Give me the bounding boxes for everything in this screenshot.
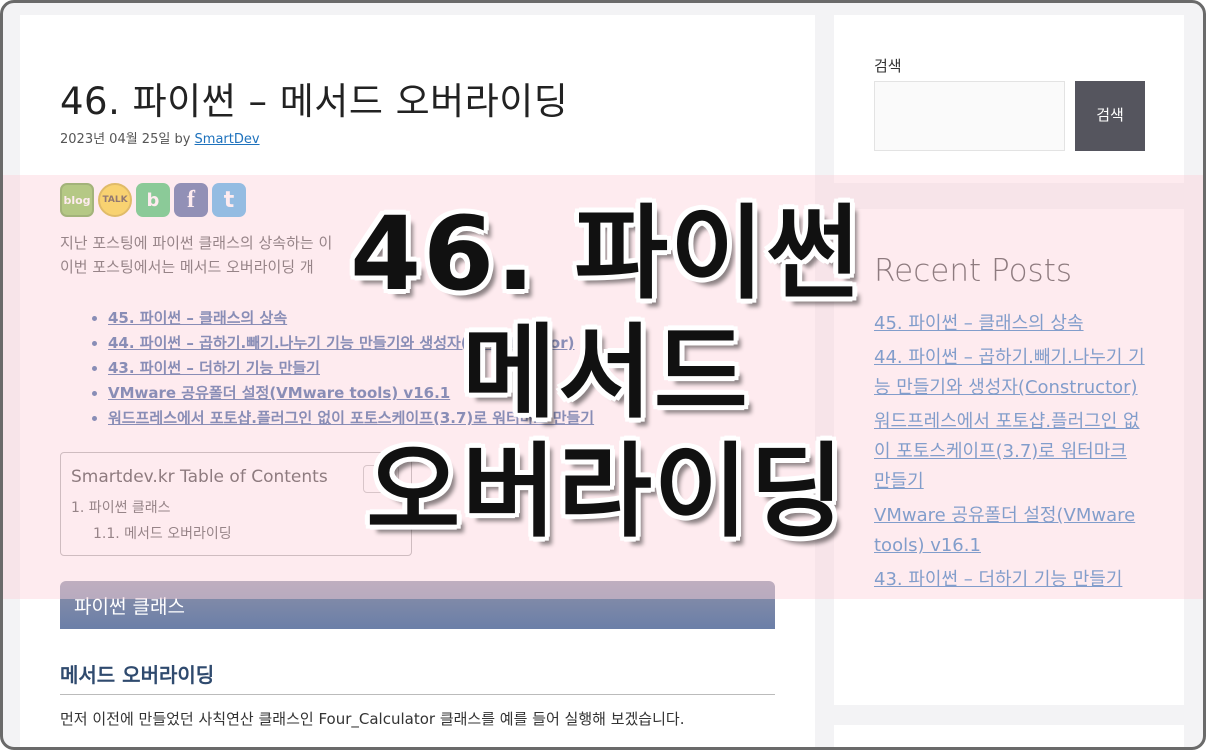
band-share-icon[interactable]: b <box>136 183 170 217</box>
post-date: 2023년 04월 25일 by <box>60 132 195 147</box>
author-link[interactable]: SmartDev <box>195 132 260 147</box>
kakaotalk-share-icon[interactable]: TALK <box>98 183 132 217</box>
facebook-share-icon[interactable]: f <box>174 183 208 217</box>
toc-title: Smartdev.kr Table of Contents <box>71 467 328 487</box>
subsection-heading: 메서드 오버라이딩 <box>60 663 215 687</box>
list-item: VMware 공유폴더 설정(VMware tools) v16.1 <box>108 381 594 406</box>
section-heading-bar: 파이썬 클래스 <box>60 581 775 629</box>
intro-paragraph: 지난 포스팅에 파이썬 클래스의 상속하는 이 이번 포스팅에서는 메서드 오버… <box>60 231 332 279</box>
main-content: 46. 파이썬 – 메서드 오버라이딩 2023년 04월 25일 by Sma… <box>20 15 815 747</box>
post-meta: 2023년 04월 25일 by SmartDev <box>60 128 260 147</box>
table-of-contents: Smartdev.kr Table of Contents 1. 파이썬 클래스… <box>60 452 412 556</box>
search-label: 검색 <box>874 57 902 75</box>
heading-divider <box>60 694 775 695</box>
search-row: 검색 <box>874 81 1145 151</box>
twitter-share-icon[interactable]: t <box>212 183 246 217</box>
recent-post-link[interactable]: 워드프레스에서 포토샵.플러그인 없이 포토스케이프(3.7)로 워터마크 만들… <box>874 407 1149 497</box>
share-buttons: blog TALK b f t <box>60 183 246 217</box>
recent-posts-list: 45. 파이썬 – 클래스의 상속 44. 파이썬 – 곱하기.빼기.나누기 기… <box>874 309 1149 599</box>
toc-toggle-button[interactable] <box>363 465 399 493</box>
list-item: 44. 파이썬 – 곱하기.빼기.나누기 기능 만들기와 생성자(Constru… <box>108 331 594 356</box>
post-title: 46. 파이썬 – 메서드 오버라이딩 <box>60 80 569 123</box>
browser-frame: 46. 파이썬 – 메서드 오버라이딩 2023년 04월 25일 by Sma… <box>0 0 1206 750</box>
search-button[interactable]: 검색 <box>1075 81 1145 151</box>
toc-item[interactable]: 1.1. 메서드 오버라이딩 <box>93 523 401 543</box>
sidebar-recent-posts: Recent Posts 45. 파이썬 – 클래스의 상속 44. 파이썬 –… <box>834 209 1184 705</box>
toc-item[interactable]: 1. 파이썬 클래스 <box>71 497 401 517</box>
related-link[interactable]: VMware 공유폴더 설정(VMware tools) v16.1 <box>108 384 450 402</box>
intro-line: 이번 포스팅에서는 메서드 오버라이딩 개 <box>60 258 314 276</box>
related-link[interactable]: 43. 파이썬 – 더하기 기능 만들기 <box>108 359 320 377</box>
recent-posts-title: Recent Posts <box>874 253 1073 289</box>
related-links: 45. 파이썬 – 클래스의 상속 44. 파이썬 – 곱하기.빼기.나누기 기… <box>108 306 594 431</box>
list-item: 워드프레스에서 포토샵.플러그인 없이 포토스케이프(3.7)로 워터마크 만들… <box>108 406 594 431</box>
recent-post-link[interactable]: 43. 파이썬 – 더하기 기능 만들기 <box>874 565 1149 595</box>
recent-post-link[interactable]: VMware 공유폴더 설정(VMware tools) v16.1 <box>874 501 1149 561</box>
naver-blog-share-icon[interactable]: blog <box>60 183 94 217</box>
related-link[interactable]: 워드프레스에서 포토샵.플러그인 없이 포토스케이프(3.7)로 워터마크 만들… <box>108 409 594 427</box>
sidebar-next-widget <box>834 725 1184 747</box>
list-item: 45. 파이썬 – 클래스의 상속 <box>108 306 594 331</box>
list-item: 43. 파이썬 – 더하기 기능 만들기 <box>108 356 594 381</box>
body-paragraph: 먼저 이전에 만들었던 사칙연산 클래스인 Four_Calculator 클래… <box>60 710 685 728</box>
recent-post-link[interactable]: 45. 파이썬 – 클래스의 상속 <box>874 309 1149 339</box>
related-link[interactable]: 45. 파이썬 – 클래스의 상속 <box>108 309 287 327</box>
sidebar-search-widget: 검색 검색 <box>834 15 1184 183</box>
related-link[interactable]: 44. 파이썬 – 곱하기.빼기.나누기 기능 만들기와 생성자(Constru… <box>108 334 574 352</box>
search-input[interactable] <box>874 81 1065 151</box>
intro-line: 지난 포스팅에 파이썬 클래스의 상속하는 이 <box>60 234 333 252</box>
recent-post-link[interactable]: 44. 파이썬 – 곱하기.빼기.나누기 기능 만들기와 생성자(Constru… <box>874 343 1149 403</box>
